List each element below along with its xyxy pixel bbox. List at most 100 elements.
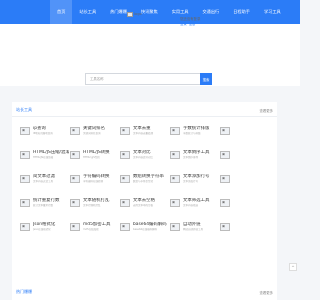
tool-item-text: [233, 198, 269, 216]
image-icon: ▣: [170, 175, 180, 183]
nav-item-study[interactable]: 学习工具: [257, 0, 288, 24]
image-icon: ▣: [220, 175, 230, 183]
image-icon: ▣: [220, 151, 230, 159]
tool-item-text: md5加密工具 md5在线加密: [83, 222, 119, 240]
top-nav: 首页 站长工具 热门爆爆 快讯聚焦 实用工具 交通出行 日程助手 学习工具: [0, 0, 300, 24]
tool-item-text: HTML/JS压缩/混淆...HTML/JS在线压缩: [33, 150, 69, 168]
tool-desc: 字符编码在线转换: [83, 180, 104, 183]
tool-item[interactable]: ▣ 文本对比 文本内容差异对比: [120, 150, 170, 168]
tool-item-text: 字符编码转换 字符编码在线转换: [83, 174, 119, 192]
nav-item-webmaster[interactable]: 站长工具: [72, 0, 103, 24]
tool-item-text: 文本倒序工具 文本倒序排列: [183, 150, 219, 168]
tool-item[interactable]: ▣ 文本筛选工具 文本内容筛选: [170, 198, 220, 216]
tool-item-text: 统计重复行数 统计文本重复行数: [33, 198, 69, 216]
tool-item[interactable]: ▣ 字数统计排版 字数统计与排版: [170, 126, 220, 144]
tools-panel: 站长工具 查看更多 ▣ ip查询 IP地址归属地查询 ▣ 关键词排名 关键词排名查询 ▣ 文本…: [12, 102, 277, 290]
register-link[interactable]: 注册: [189, 22, 196, 27]
image-icon: ▣: [170, 151, 180, 159]
image-icon: ▣: [20, 175, 30, 183]
image-icon: ▣: [220, 223, 230, 231]
nav-item-schedule[interactable]: 日程助手: [226, 0, 257, 24]
view-more-link[interactable]: 查看更多: [259, 108, 273, 113]
tool-item-text: [233, 126, 269, 144]
panel-header: 站长工具 查看更多: [12, 102, 277, 117]
tool-item[interactable]: ▣ 自动外链 网站自动外链工具: [170, 222, 220, 240]
tool-item-text: [233, 222, 269, 240]
logo-alt-text: logo: [134, 12, 142, 16]
tool-desc: HTML/JS在线压缩: [33, 156, 54, 159]
hot-panel: 热门爆爆 查看更多: [12, 285, 277, 300]
tool-desc: 文本内容筛选: [183, 204, 199, 207]
tool-grid: ▣ ip查询 IP地址归属地查询 ▣ 关键词排名 关键词排名查询 ▣ 文本去重 文本内容去重处理…: [20, 126, 270, 240]
tool-item-text: [233, 150, 269, 168]
tool-item-text: 文本去重 文本内容去重处理: [133, 126, 169, 144]
image-icon: ▣: [120, 199, 130, 207]
image-icon: ▣: [120, 223, 130, 231]
image-icon: ▣: [20, 151, 30, 159]
back-to-top-button[interactable]: ^: [289, 263, 297, 271]
image-icon: ▣: [120, 175, 130, 183]
tool-item-text: 自动外链 网站自动外链工具: [183, 222, 219, 240]
image-icon: ▣: [220, 199, 230, 207]
tool-item-text: 文本添加行号 文本添加行号: [183, 174, 219, 192]
tool-item[interactable]: ▣: [220, 198, 270, 216]
image-icon: ▣: [20, 199, 30, 207]
login-link[interactable]: 登录: [180, 22, 187, 27]
tool-item-text: 文本对比 文本内容差异对比: [133, 150, 169, 168]
tool-item[interactable]: ▣ base64编码解码 base64在线编码解码: [120, 222, 170, 240]
image-icon: ▣: [70, 199, 80, 207]
tool-item[interactable]: ▣: [220, 150, 270, 168]
tool-item-text: 文本筛选工具 文本内容筛选: [183, 198, 219, 216]
tool-desc: base64在线编码解码: [133, 228, 158, 231]
tool-item[interactable]: ▣ 文本去空格 去除文本中的空格: [120, 198, 170, 216]
tool-item[interactable]: ▣ 数组转换字符串 数组与字符串互转: [120, 174, 170, 192]
broken-image-icon: [127, 12, 133, 17]
panel-title: 站长工具: [16, 107, 32, 112]
tool-desc: 去除文本中的空格: [133, 204, 154, 207]
hot-view-more-link[interactable]: 查看更多: [259, 290, 273, 295]
image-icon: ▣: [170, 223, 180, 231]
tool-item[interactable]: ▣ Json格式化 Json在线格式化: [20, 222, 70, 240]
tool-item[interactable]: ▣ 文本去重 文本内容去重处理: [120, 126, 170, 144]
tool-desc: 数组与字符串互转: [133, 180, 154, 183]
search-button[interactable]: 搜索: [200, 73, 212, 85]
tool-item[interactable]: ▣ 文本添加行号 文本添加行号: [170, 174, 220, 192]
tool-item[interactable]: ▣: [220, 174, 270, 192]
tool-item[interactable]: ▣ 文本随机打乱 文本行随机打乱: [70, 198, 120, 216]
tool-item-text: 关键词排名 关键词排名查询: [83, 126, 119, 144]
tool-item[interactable]: ▣ 关键词排名 关键词排名查询: [70, 126, 120, 144]
tool-item-text: 简文本过滤 文本内容过滤工具: [33, 174, 69, 192]
tool-item-text: ip查询 IP地址归属地查询: [33, 126, 69, 144]
tool-item[interactable]: ▣: [220, 222, 270, 240]
tool-desc: 关键词排名查询: [83, 132, 101, 135]
tool-item-text: HTML/JS转换 HTML与JS互转: [83, 150, 119, 168]
user-status: 您还没有登录 登录 注册: [180, 17, 200, 27]
tool-item-text: 文本随机打乱 文本行随机打乱: [83, 198, 119, 216]
image-icon: ▣: [220, 127, 230, 135]
image-icon: ▣: [120, 151, 130, 159]
search-input[interactable]: [85, 73, 200, 85]
tool-desc: 文本添加行号: [183, 180, 199, 183]
tool-item[interactable]: ▣HTML/JS压缩/混淆...HTML/JS在线压缩: [20, 150, 70, 168]
tool-item[interactable]: ▣: [220, 126, 270, 144]
tool-item[interactable]: ▣ 统计重复行数 统计文本重复行数: [20, 198, 70, 216]
tool-item[interactable]: ▣ 文本倒序工具 文本倒序排列: [170, 150, 220, 168]
tool-item[interactable]: ▣ 简文本过滤 文本内容过滤工具: [20, 174, 70, 192]
tool-desc: HTML与JS互转: [83, 156, 100, 159]
tool-desc: 文本内容差异对比: [133, 156, 154, 159]
hot-panel-title: 热门爆爆: [16, 289, 32, 294]
tool-item[interactable]: ▣ 字符编码转换 字符编码在线转换: [70, 174, 120, 192]
tool-desc: 文本内容去重处理: [133, 132, 154, 135]
tool-item-text: base64编码解码 base64在线编码解码: [133, 222, 169, 240]
search-bar: 搜索: [85, 73, 212, 85]
tool-item[interactable]: ▣ md5加密工具 md5在线加密: [70, 222, 120, 240]
tool-item[interactable]: ▣ HTML/JS转换 HTML与JS互转: [70, 150, 120, 168]
tool-desc: 文本倒序排列: [183, 156, 199, 159]
image-icon: ▣: [70, 127, 80, 135]
tool-item[interactable]: ▣ ip查询 IP地址归属地查询: [20, 126, 70, 144]
tool-item-text: Json格式化 Json在线格式化: [33, 222, 69, 240]
tool-desc: Json在线格式化: [33, 228, 51, 231]
nav-item-home[interactable]: 首页: [50, 0, 73, 24]
site-logo[interactable]: logo: [127, 12, 142, 17]
tool-item-text: 文本去空格 去除文本中的空格: [133, 198, 169, 216]
